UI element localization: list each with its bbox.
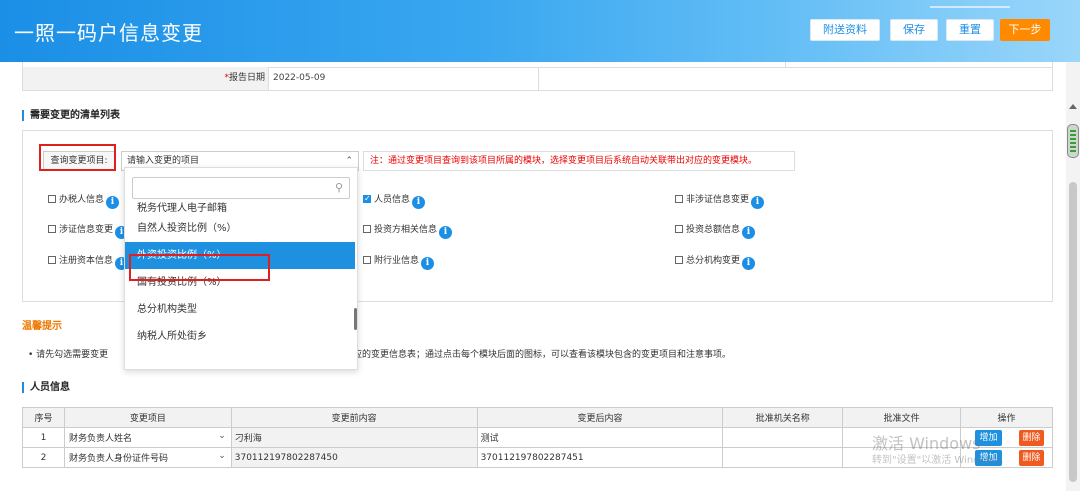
report-date-label: *报告日期 (23, 67, 269, 90)
scroll-widget-icon[interactable] (1067, 124, 1079, 158)
reset-button[interactable]: 重置 (946, 19, 994, 41)
header-decoration (930, 6, 1010, 8)
approval-authority-input[interactable] (722, 427, 844, 448)
personnel-section-title: 人员信息 (22, 382, 70, 393)
change-item-select[interactable]: 财务负责人身份证件号码 ⌄ (63, 447, 232, 468)
windows-activation-hint: 转到"设置"以激活 Windows。 (872, 455, 1010, 466)
checkbox-license-change[interactable]: 涉证信息变更 i (48, 224, 129, 239)
save-button[interactable]: 保存 (890, 19, 938, 41)
checkbox-box[interactable] (675, 195, 683, 203)
checkbox-registered-capital[interactable]: 注册资本信息 i (48, 255, 129, 270)
tips-text-end: 对应的变更信息表；通过点击每个模块后面的图标，可以查看该模块包含的变更项目和注意… (344, 350, 732, 360)
info-icon[interactable]: i (439, 226, 453, 239)
report-date-row: *报告日期 2022-05-09 (22, 67, 1053, 91)
tips-title: 温馨提示 (22, 321, 62, 332)
dropdown-scrollbar[interactable] (354, 308, 357, 330)
highlight-box (39, 144, 116, 171)
next-step-button[interactable]: 下一步 (1000, 19, 1050, 41)
change-item-select[interactable]: 财务负责人姓名 ⌄ (63, 427, 232, 448)
before-content: 370112197802287450 (230, 447, 478, 468)
page-header: 一照一码户信息变更 附送资料 保存 重置 下一步 (0, 0, 1080, 62)
chevron-down-icon: ⌄ (218, 451, 226, 461)
checkbox-non-license-change[interactable]: 非涉证信息变更 i (675, 194, 765, 209)
info-icon[interactable]: i (742, 226, 756, 239)
checkbox-taxpayer-info[interactable]: 办税人信息 i (48, 194, 120, 209)
chevron-down-icon: ⌄ (218, 431, 226, 441)
column-header: 批准文件 (842, 407, 962, 428)
info-icon[interactable]: i (106, 196, 120, 209)
page-title: 一照一码户信息变更 (14, 21, 203, 45)
table-header-row: 序号 变更项目 变更前内容 变更后内容 批准机关名称 批准文件 操作 (22, 407, 1053, 428)
checkbox-box[interactable] (48, 225, 56, 233)
dropdown-option[interactable]: 纳税人所处街乡 (125, 323, 355, 350)
dropdown-option[interactable]: 总分机构类型 (125, 296, 355, 323)
checkbox-box[interactable] (48, 256, 56, 264)
checkbox-box[interactable] (363, 225, 371, 233)
checkbox-personnel-info[interactable]: 人员信息i (363, 193, 426, 209)
after-content-input[interactable]: 370112197802287451 (476, 447, 724, 468)
row-number: 1 (22, 427, 65, 448)
approval-authority-input[interactable] (722, 447, 844, 468)
scroll-up-icon[interactable] (1069, 104, 1077, 109)
column-header: 变更前内容 (230, 407, 478, 428)
scrollbar-thumb[interactable] (1069, 182, 1077, 482)
info-icon[interactable]: i (742, 257, 756, 270)
query-note: 注：通过变更项目查询到该项目所属的模块，选择变更项目后系统自动关联带出对应的变更… (363, 151, 795, 171)
checkbox-total-investment[interactable]: 投资总额信息 i (675, 224, 756, 239)
column-header: 序号 (22, 407, 65, 428)
info-icon[interactable]: i (412, 196, 426, 209)
highlight-box (129, 254, 270, 281)
checkbox-box[interactable] (363, 256, 371, 264)
info-icon[interactable]: i (751, 196, 765, 209)
checkbox-industry-info[interactable]: 附行业信息 i (363, 255, 435, 270)
checkbox-investor-info[interactable]: 投资方相关信息 i (363, 224, 453, 239)
report-date-value: 2022-05-09 (269, 67, 539, 90)
checkbox-box[interactable] (48, 195, 56, 203)
change-list-section-title: 需要变更的清单列表 (22, 110, 120, 121)
dropdown-search-input[interactable]: ⚲ (132, 177, 350, 199)
delete-button[interactable]: 删除 (1019, 430, 1045, 446)
before-content: 刁利海 (230, 427, 478, 448)
checkbox-box[interactable] (675, 225, 683, 233)
checkbox-branch-change[interactable]: 总分机构变更 i (675, 255, 756, 270)
page-scrollbar[interactable] (1066, 62, 1080, 491)
info-icon[interactable]: i (421, 257, 435, 270)
checkbox-box[interactable] (675, 256, 683, 264)
dropdown-option[interactable]: 税务代理人电子邮箱 (125, 202, 355, 215)
column-header: 变更后内容 (476, 407, 724, 428)
dropdown-option[interactable]: 自然人投资比例（%） (125, 215, 355, 242)
tips-text-start: • 请先勾选需要变更 (28, 350, 109, 360)
column-header: 批准机关名称 (722, 407, 844, 428)
checkbox-box-checked[interactable] (363, 193, 371, 205)
attach-documents-button[interactable]: 附送资料 (810, 19, 880, 41)
row-number: 2 (22, 447, 65, 468)
after-content-input[interactable]: 测试 (476, 427, 724, 448)
column-header: 操作 (960, 407, 1053, 428)
delete-button[interactable]: 删除 (1019, 450, 1045, 466)
search-icon: ⚲ (334, 181, 343, 194)
column-header: 变更项目 (63, 407, 232, 428)
